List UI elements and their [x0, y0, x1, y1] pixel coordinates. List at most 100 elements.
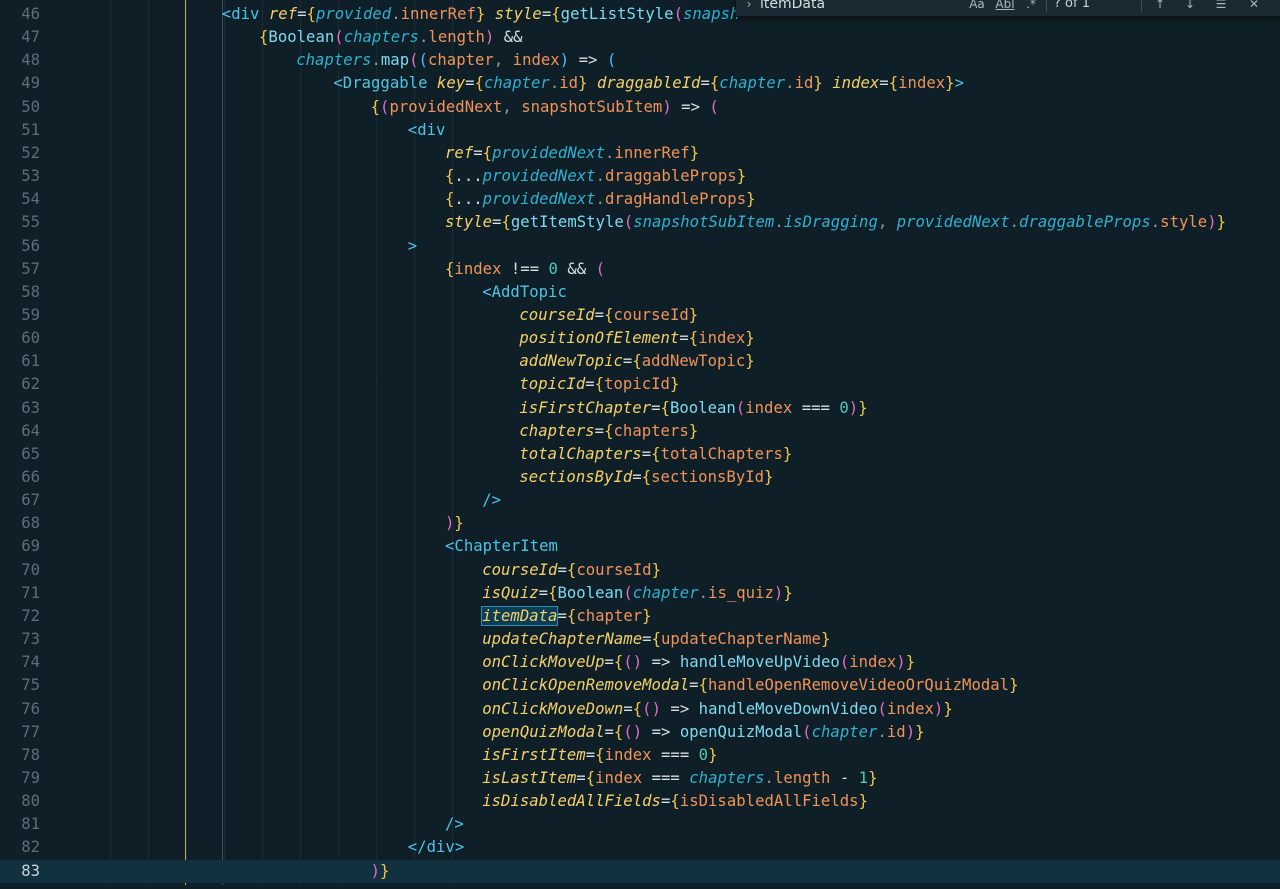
line-number: 55 — [21, 213, 40, 232]
code-token: draggableId — [596, 74, 701, 93]
code-token: } — [689, 143, 700, 162]
code-line[interactable]: 74 onClickMoveUp={() => handleMoveUpVideo… — [0, 651, 1280, 674]
code-token: ) — [632, 722, 643, 741]
code-token: isQuiz — [482, 583, 539, 602]
line-number: 69 — [21, 537, 40, 556]
code-token: style — [494, 5, 542, 23]
code-token: { — [604, 305, 614, 324]
code-token: length — [773, 768, 831, 787]
code-line[interactable]: 63 isFirstChapter={Boolean(index === 0)} — [0, 397, 1280, 420]
code-line[interactable]: 61 addNewTopic={addNewTopic} — [0, 350, 1280, 373]
code-line[interactable]: 57 {index !== 0 && ( — [0, 258, 1280, 281]
code-token: } — [708, 745, 718, 764]
code-token: openQuizModal — [679, 722, 803, 741]
match-case-icon[interactable]: Aa — [966, 0, 988, 14]
code-token: <ChapterItem — [445, 537, 558, 556]
code-token: => — [651, 722, 671, 741]
arrow-up-icon[interactable]: ↑ — [1152, 0, 1168, 14]
code-token: providedNext — [896, 213, 1010, 232]
code-line[interactable]: 51 <div — [0, 119, 1280, 142]
code-token: } — [764, 468, 774, 486]
code-line[interactable]: 68)} — [0, 512, 1280, 535]
code-token: chapters — [296, 51, 372, 70]
code-text: <AddTopic — [482, 281, 1280, 304]
code-token: { — [613, 653, 624, 672]
code-line[interactable]: 47 {Boolean(chapters.length) && — [0, 26, 1280, 49]
code-line[interactable]: 72 itemData={chapter} — [0, 605, 1280, 628]
find-in-selection-icon[interactable]: ☰ — [1212, 0, 1230, 14]
whole-word-icon[interactable]: Abl — [994, 0, 1016, 14]
code-token: ) — [651, 699, 661, 718]
regex-icon[interactable]: .* — [1023, 0, 1039, 14]
code-token: courseId — [482, 560, 558, 579]
code-line[interactable]: 58 <AddTopic — [0, 281, 1280, 304]
code-line[interactable]: 64 chapters={chapters} — [0, 420, 1280, 443]
code-line[interactable]: 71 isQuiz={Boolean(chapter.is_quiz)} — [0, 582, 1280, 605]
code-token: chapter — [632, 583, 699, 602]
code-line[interactable]: 77 openQuizModal={() => openQuizModal(cha… — [0, 721, 1280, 744]
code-token: handleMoveDownVideo — [698, 699, 878, 718]
arrow-down-icon[interactable]: ↓ — [1182, 0, 1198, 14]
code-token: = — [623, 699, 633, 718]
chevron-right-icon[interactable]: › — [742, 0, 756, 14]
code-token: ( — [595, 259, 606, 278]
code-line[interactable]: 54 {...providedNext.dragHandleProps} — [0, 188, 1280, 211]
code-line[interactable]: 66 sectionsById={sectionsById} — [0, 466, 1280, 489]
code-token: . — [1009, 213, 1020, 232]
code-token: && — [503, 28, 523, 47]
code-token: { — [651, 630, 661, 649]
code-line[interactable]: 50 {(providedNext, snapshotSubItem) => ( — [0, 96, 1280, 119]
code-line[interactable]: 76 onClickMoveDown={() => handleMoveDownV… — [0, 698, 1280, 721]
code-token: ) — [773, 583, 784, 602]
code-token: ( — [623, 213, 634, 232]
code-line[interactable]: 69 <ChapterItem — [0, 535, 1280, 558]
code-line[interactable]: 60 positionOfElement={index} — [0, 327, 1280, 350]
code-token: <Draggable — [333, 74, 428, 93]
code-line[interactable]: 62 topicId={topicId} — [0, 373, 1280, 396]
line-number: 74 — [21, 653, 40, 672]
code-token: . — [1150, 213, 1161, 232]
code-token: { — [651, 444, 661, 463]
code-line[interactable]: 65 totalChapters={totalChapters} — [0, 443, 1280, 466]
code-token: = — [622, 352, 633, 371]
code-line[interactable]: 48 chapters.map((chapter, index) => ( — [0, 49, 1280, 72]
code-token: 0 — [839, 398, 849, 417]
code-line[interactable]: 49 <Draggable key={chapter.id} draggableI… — [0, 72, 1280, 95]
code-line[interactable]: 53 {...providedNext.draggableProps} — [0, 165, 1280, 188]
code-editor[interactable]: 46 <div ref={provided.innerRef} style={ge… — [0, 0, 1280, 889]
code-line[interactable]: 79 isLastItem={index === chapters.length … — [0, 767, 1280, 790]
line-number: 56 — [21, 236, 40, 255]
close-icon[interactable]: ✕ — [1246, 0, 1262, 14]
code-line[interactable]: 82 </div> — [0, 836, 1280, 859]
code-line[interactable]: 56 > — [0, 235, 1280, 258]
code-token: } — [454, 514, 464, 533]
find-input[interactable] — [760, 0, 960, 14]
code-token: index — [886, 699, 934, 718]
code-line[interactable]: 73 updateChapterName={updateChapterName} — [0, 628, 1280, 651]
code-line[interactable]: 52 ref={providedNext.innerRef} — [0, 142, 1280, 165]
code-token: ( — [735, 398, 746, 417]
code-line[interactable]: 59 courseId={courseId} — [0, 304, 1280, 327]
code-text: <div — [408, 119, 1280, 142]
code-token: } — [782, 444, 793, 463]
code-token: = — [700, 74, 710, 93]
match-count: ? of 1 — [1054, 0, 1090, 11]
code-line[interactable]: 55 style={getItemStyle(snapshotSubItem.is… — [0, 211, 1280, 234]
code-line[interactable]: 83)} — [0, 859, 1280, 883]
code-line[interactable]: 81 /> — [0, 813, 1280, 836]
line-number: 83 — [21, 861, 40, 880]
code-token: index — [832, 74, 880, 93]
code-line[interactable]: 78 isFirstItem={index === 0} — [0, 744, 1280, 767]
code-line[interactable]: 75 onClickOpenRemoveModal={handleOpenRemo… — [0, 674, 1280, 697]
code-token: ) — [370, 861, 381, 880]
code-line[interactable]: 80 isDisabledAllFields={isDisabledAllFiel… — [0, 790, 1280, 813]
code-token: = — [538, 583, 549, 602]
code-line[interactable]: 70 courseId={courseId} — [0, 559, 1280, 582]
line-number: 66 — [21, 468, 40, 486]
code-text: <Draggable key={chapter.id} draggableId=… — [333, 72, 1280, 95]
code-line[interactable]: 67 /> — [0, 489, 1280, 512]
